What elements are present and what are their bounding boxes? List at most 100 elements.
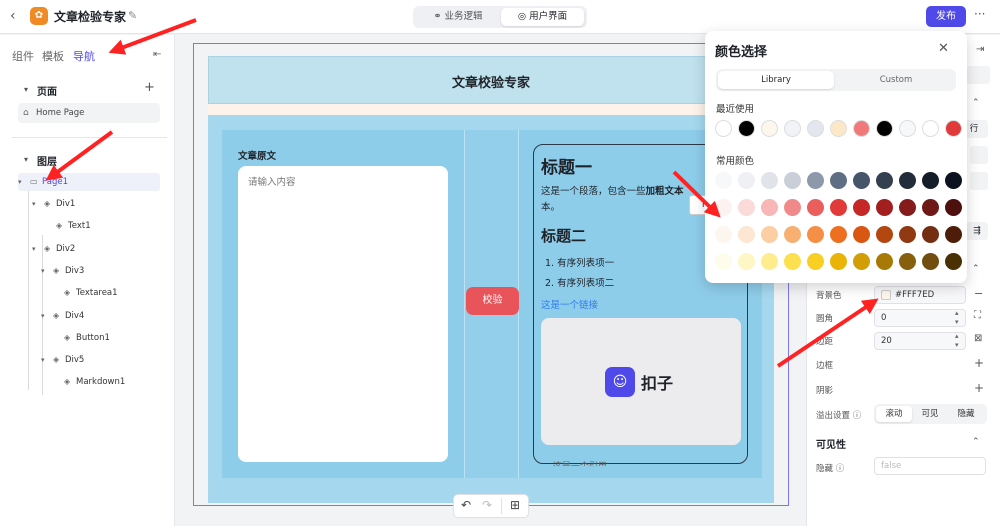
layer-textarea1[interactable]: ◈ Textarea1	[64, 284, 118, 302]
padding-mode-icon[interactable]: ⊠	[974, 333, 982, 344]
palette-color-swatch[interactable]	[922, 226, 939, 243]
radius-input[interactable]: 0	[874, 309, 966, 327]
palette-color-swatch[interactable]	[922, 199, 939, 216]
property-field-partial[interactable]	[966, 66, 990, 84]
recent-color-swatch[interactable]	[761, 120, 778, 137]
palette-color-swatch[interactable]	[922, 172, 939, 189]
add-shadow-icon[interactable]: +	[974, 381, 984, 395]
palette-color-swatch[interactable]	[899, 226, 916, 243]
palette-color-swatch[interactable]	[853, 253, 870, 270]
property-field-partial[interactable]	[970, 172, 988, 190]
layer-div5[interactable]: ▾ ◈ Div5	[41, 351, 84, 369]
palette-color-swatch[interactable]	[807, 253, 824, 270]
palette-color-swatch[interactable]	[830, 172, 847, 189]
palette-color-swatch[interactable]	[853, 172, 870, 189]
tab-components[interactable]: 组件	[12, 48, 34, 64]
palette-color-swatch[interactable]	[807, 172, 824, 189]
palette-color-swatch[interactable]	[899, 172, 916, 189]
recent-color-swatch[interactable]	[830, 120, 847, 137]
close-icon[interactable]: ✕	[938, 41, 949, 56]
recent-color-swatch[interactable]	[853, 120, 870, 137]
check-button[interactable]: 校验	[466, 287, 519, 315]
palette-color-swatch[interactable]	[715, 172, 732, 189]
layer-button1[interactable]: ◈ Button1	[64, 329, 110, 347]
palette-color-swatch[interactable]	[761, 226, 778, 243]
more-icon[interactable]: ···	[974, 7, 985, 21]
palette-color-swatch[interactable]	[945, 199, 962, 216]
palette-color-swatch[interactable]	[830, 226, 847, 243]
page-item-home[interactable]: ⌂ Home Page	[18, 103, 160, 123]
palette-color-swatch[interactable]	[715, 253, 732, 270]
chevron-down-icon[interactable]: ▾	[24, 155, 28, 164]
layer-markdown1[interactable]: ◈ Markdown1	[64, 373, 125, 391]
palette-color-swatch[interactable]	[876, 226, 893, 243]
palette-color-swatch[interactable]	[715, 199, 732, 216]
palette-color-swatch[interactable]	[899, 253, 916, 270]
article-textarea[interactable]	[238, 166, 448, 462]
recent-color-swatch[interactable]	[899, 120, 916, 137]
palette-color-swatch[interactable]	[853, 199, 870, 216]
palette-color-swatch[interactable]	[738, 199, 755, 216]
edit-icon[interactable]: ✎	[128, 9, 137, 22]
recent-color-swatch[interactable]	[876, 120, 893, 137]
palette-color-swatch[interactable]	[945, 226, 962, 243]
palette-color-swatch[interactable]	[715, 226, 732, 243]
tab-business-logic[interactable]: ⚭ 业务逻辑	[416, 8, 500, 26]
palette-color-swatch[interactable]	[830, 253, 847, 270]
layer-div2[interactable]: ▾ ◈ Div2	[32, 240, 75, 258]
recent-color-swatch[interactable]	[945, 120, 962, 137]
chevron-up-icon[interactable]: ⌃	[972, 437, 980, 447]
spacing-input[interactable]: 20	[874, 332, 966, 350]
palette-color-swatch[interactable]	[784, 199, 801, 216]
tab-navigation[interactable]: 导航	[73, 48, 95, 64]
palette-color-swatch[interactable]	[945, 172, 962, 189]
palette-color-swatch[interactable]	[830, 199, 847, 216]
tab-library[interactable]: Library	[718, 71, 834, 89]
overflow-scroll-option[interactable]: 滚动	[876, 406, 912, 422]
layer-text1[interactable]: ◈ Text1	[56, 217, 91, 235]
bg-color-input[interactable]: #FFF7ED	[874, 286, 966, 304]
layer-page1[interactable]: ▾ ▭ Page1	[18, 173, 160, 191]
chevron-up-icon[interactable]: ⌃	[972, 98, 980, 108]
expand-corners-icon[interactable]: ⛶	[974, 310, 981, 321]
overflow-hidden-option[interactable]: 隐藏	[948, 406, 984, 422]
tab-templates[interactable]: 模板	[42, 48, 64, 64]
palette-color-swatch[interactable]	[738, 253, 755, 270]
palette-color-swatch[interactable]	[784, 226, 801, 243]
undo-icon[interactable]: ↶	[461, 498, 471, 512]
palette-color-swatch[interactable]	[899, 199, 916, 216]
remove-icon[interactable]: −	[974, 287, 983, 300]
stepper-icon[interactable]: ▴ ▾	[955, 309, 959, 327]
chevron-up-icon[interactable]: ⌃	[972, 264, 980, 274]
layer-div3[interactable]: ▾ ◈ Div3	[41, 262, 84, 280]
layer-div4[interactable]: ▾ ◈ Div4	[41, 307, 84, 325]
palette-color-swatch[interactable]	[876, 253, 893, 270]
palette-color-swatch[interactable]	[784, 253, 801, 270]
property-field-partial[interactable]	[970, 146, 988, 164]
recent-color-swatch[interactable]	[738, 120, 755, 137]
add-component-icon[interactable]: ⊞	[510, 498, 520, 512]
palette-color-swatch[interactable]	[876, 199, 893, 216]
palette-color-swatch[interactable]	[922, 253, 939, 270]
chevron-down-icon[interactable]: ▾	[24, 85, 28, 94]
tab-user-interface[interactable]: ◎ 用户界面	[501, 8, 584, 26]
palette-color-swatch[interactable]	[876, 172, 893, 189]
recent-color-swatch[interactable]	[715, 120, 732, 137]
palette-color-swatch[interactable]	[945, 253, 962, 270]
add-border-icon[interactable]: +	[974, 356, 984, 370]
align-icon[interactable]: ⇶	[966, 222, 988, 240]
back-chevron-icon[interactable]: ‹	[10, 8, 24, 24]
redo-icon[interactable]: ↷	[482, 498, 492, 512]
palette-color-swatch[interactable]	[853, 226, 870, 243]
palette-color-swatch[interactable]	[738, 172, 755, 189]
collapse-panel-icon[interactable]: ⇤	[153, 49, 161, 60]
overflow-visible-option[interactable]: 可见	[912, 406, 948, 422]
expand-panel-icon[interactable]: ⇥	[976, 44, 984, 55]
palette-color-swatch[interactable]	[807, 199, 824, 216]
palette-color-swatch[interactable]	[738, 226, 755, 243]
publish-button[interactable]: 发布	[926, 6, 966, 27]
palette-color-swatch[interactable]	[761, 172, 778, 189]
recent-color-swatch[interactable]	[784, 120, 801, 137]
palette-color-swatch[interactable]	[807, 226, 824, 243]
palette-color-swatch[interactable]	[761, 199, 778, 216]
